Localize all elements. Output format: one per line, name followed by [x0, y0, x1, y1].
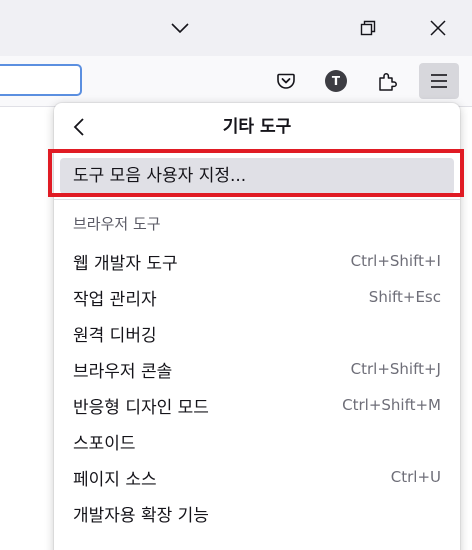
menu-item-label: 원격 디버깅: [73, 325, 157, 346]
pocket-icon: [277, 73, 295, 89]
panel-title: 기타 도구: [222, 117, 292, 137]
separator: [54, 199, 460, 200]
section-header-browser-tools: 브라우저 도구: [73, 215, 161, 233]
menu-item-label: 작업 관리자: [73, 289, 157, 310]
back-arrow-icon: [73, 118, 84, 136]
highlight-annotation: [48, 149, 464, 197]
browser-window: T 기타 도구 도구 모음 사용자 지정... 브라우저 도구 웹 개발자 도구…: [0, 0, 472, 550]
close-window-button[interactable]: [408, 0, 468, 56]
menu-item-label: 브라우저 콘솔: [73, 361, 173, 382]
open-application-menu-button[interactable]: [419, 63, 459, 99]
menu-item-eyedropper[interactable]: 스포이드: [60, 423, 454, 459]
back-button[interactable]: [64, 111, 94, 143]
menu-item-label: 페이지 소스: [73, 469, 157, 490]
pocket-button[interactable]: [266, 63, 306, 99]
extensions-button[interactable]: [368, 63, 408, 99]
menu-item-shortcut: Shift+Esc: [368, 288, 441, 306]
menu-item-shortcut: Ctrl+Shift+J: [350, 360, 441, 378]
menu-item-shortcut: Ctrl+Shift+M: [342, 396, 441, 414]
menu-item-responsive-design-mode[interactable]: 반응형 디자인 모드 Ctrl+Shift+M: [60, 387, 454, 423]
more-tools-panel: 기타 도구 도구 모음 사용자 지정... 브라우저 도구 웹 개발자 도구 C…: [48, 103, 464, 550]
panel-header: 기타 도구: [54, 103, 460, 151]
list-all-tabs-button[interactable]: [150, 0, 210, 56]
menu-item-web-developer-tools[interactable]: 웹 개발자 도구 Ctrl+Shift+I: [60, 243, 454, 279]
restore-window-icon: [360, 20, 376, 36]
menu-item-remote-debugging[interactable]: 원격 디버깅: [60, 315, 454, 351]
puzzle-piece-icon: [379, 73, 397, 91]
navigation-toolbar: T: [0, 56, 472, 107]
menu-item-shortcut: Ctrl+Shift+I: [350, 252, 441, 270]
menu-item-label: 스포이드: [73, 433, 136, 454]
menu-item-extensions-for-developers[interactable]: 개발자용 확장 기능: [60, 495, 454, 531]
chevron-down-icon: [171, 23, 189, 34]
menu-item-task-manager[interactable]: 작업 관리자 Shift+Esc: [60, 279, 454, 315]
address-bar[interactable]: [0, 64, 82, 96]
menu-item-label: 반응형 디자인 모드: [73, 397, 209, 418]
menu-item-shortcut: Ctrl+U: [390, 468, 441, 486]
restore-window-button[interactable]: [338, 0, 398, 56]
hamburger-menu-icon: [431, 74, 447, 88]
menu-item-page-source[interactable]: 페이지 소스 Ctrl+U: [60, 459, 454, 495]
menu-item-browser-console[interactable]: 브라우저 콘솔 Ctrl+Shift+J: [60, 351, 454, 387]
menu-item-label: 개발자용 확장 기능: [73, 505, 209, 526]
avatar: T: [325, 70, 347, 92]
close-icon: [430, 20, 446, 36]
menu-item-label: 웹 개발자 도구: [73, 253, 178, 274]
account-button[interactable]: T: [316, 63, 356, 99]
title-bar: [0, 0, 472, 56]
